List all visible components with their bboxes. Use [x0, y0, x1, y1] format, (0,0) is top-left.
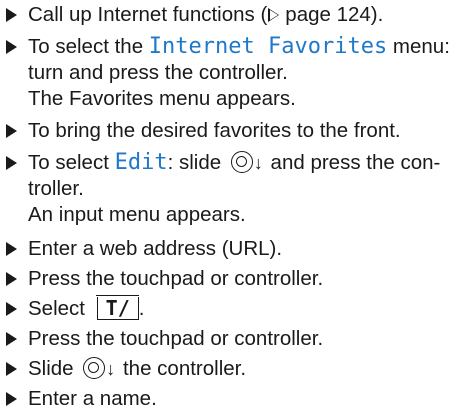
- step-enter-name: Enter a name.: [6, 386, 157, 412]
- arrow-down-icon: ↓: [106, 359, 116, 379]
- instruction-page: Call up Internet functions (page 124). T…: [0, 0, 458, 412]
- triangle-bullet-icon: [6, 332, 17, 346]
- page-reference-triangle-icon: [268, 8, 280, 22]
- menu-edit: Edit: [114, 150, 168, 175]
- step-slide-controller: Slide ↓ the controller.: [6, 356, 246, 382]
- step-select-favorites-cont: turn and press the controller.: [28, 61, 288, 84]
- triangle-bullet-icon: [6, 124, 17, 138]
- menu-internet-favorites: Internet Favorites: [148, 34, 388, 59]
- page-reference[interactable]: page 124).: [285, 3, 383, 26]
- step-select-key: Select T/.: [6, 295, 144, 322]
- triangle-bullet-icon: [6, 242, 17, 256]
- step-select-favorites: To select the Internet Favorites menu:: [6, 34, 450, 60]
- key-t-slash[interactable]: T/: [96, 295, 140, 320]
- triangle-bullet-icon: [6, 362, 17, 376]
- triangle-bullet-icon: [6, 40, 17, 54]
- triangle-bullet-icon: [6, 272, 17, 286]
- step-press-touchpad-2: Press the touchpad or controller.: [6, 326, 323, 352]
- arrow-down-icon: ↓: [253, 153, 263, 173]
- step-select-favorites-result: The Favorites menu appears.: [28, 87, 296, 110]
- triangle-bullet-icon: [6, 392, 17, 406]
- controller-icon: [230, 151, 253, 173]
- triangle-bullet-icon: [6, 302, 17, 316]
- step-enter-url: Enter a web address (URL).: [6, 236, 282, 262]
- triangle-bullet-icon: [6, 156, 17, 170]
- controller-icon: [83, 357, 106, 379]
- step-press-touchpad-1: Press the touchpad or controller.: [6, 266, 323, 292]
- step-call-up-internet: Call up Internet functions (page 124).: [6, 2, 383, 28]
- step-bring-favorites-front: To bring the desired favorites to the fr…: [6, 118, 401, 144]
- triangle-bullet-icon: [6, 8, 17, 22]
- step-select-edit-cont: troller.: [28, 177, 84, 200]
- step-select-edit-result: An input menu appears.: [28, 203, 246, 226]
- step-select-edit: To select Edit: slide ↓ and press the co…: [6, 150, 440, 176]
